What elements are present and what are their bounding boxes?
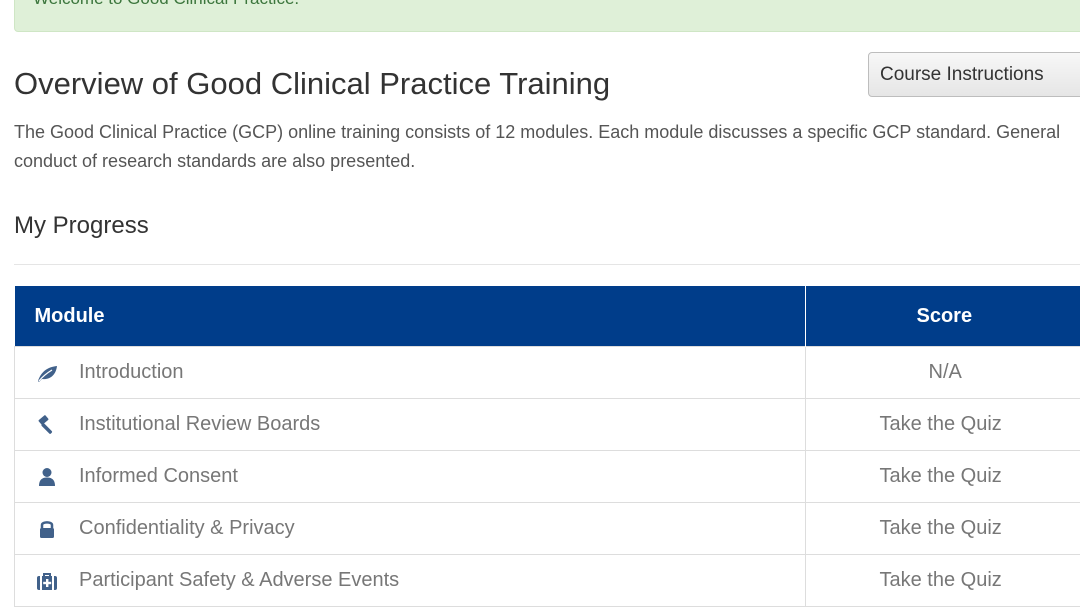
module-column-header: Module [14,286,806,347]
user-icon [39,467,55,486]
take-quiz-link[interactable]: Take the Quiz [880,517,1002,539]
my-progress-heading: My Progress [14,212,149,239]
module-cell: Introduction [14,346,806,399]
table-row: Introduction N/A [14,346,1080,399]
module-cell: Institutional Review Boards [14,398,806,451]
page-title: Overview of Good Clinical Practice Train… [14,66,611,101]
progress-table: Module Score Introduction N/A Institutio… [14,286,1080,607]
table-row: Confidentiality & Privacy Take the Quiz [14,502,1080,555]
welcome-alert: Welcome to Good Clinical Practice. [14,0,1080,32]
table-header-row: Module Score [14,286,1080,347]
module-link-participant-safety[interactable]: Participant Safety & Adverse Events [79,569,399,591]
take-quiz-link[interactable]: Take the Quiz [880,413,1002,435]
table-row: Participant Safety & Adverse Events Take… [14,554,1080,607]
page: Welcome to Good Clinical Practice. Cours… [0,0,1080,608]
welcome-alert-text: Welcome to Good Clinical Practice. [33,0,299,9]
module-link-introduction[interactable]: Introduction [79,361,184,383]
take-quiz-link[interactable]: Take the Quiz [880,465,1002,487]
module-cell: Participant Safety & Adverse Events [14,554,806,607]
module-cell: Confidentiality & Privacy [14,502,806,555]
module-link-institutional-review-boards[interactable]: Institutional Review Boards [79,413,320,435]
leaf-icon [38,365,57,382]
score-cell: N/A [804,346,1080,399]
module-cell: Informed Consent [14,450,806,503]
course-instructions-button[interactable]: Course Instructions [868,52,1080,97]
course-description: The Good Clinical Practice (GCP) online … [14,122,1061,171]
table-row: Institutional Review Boards Take the Qui… [14,398,1080,451]
score-cell: Take the Quiz [804,554,1080,607]
score-column-header: Score [805,286,1080,347]
score-cell: Take the Quiz [804,398,1080,451]
medkit-icon [37,572,57,590]
score-cell: Take the Quiz [804,502,1080,555]
module-link-confidentiality-privacy[interactable]: Confidentiality & Privacy [79,517,295,539]
section-divider [14,264,1080,265]
lock-icon [40,520,54,538]
gavel-icon [38,414,53,434]
module-link-informed-consent[interactable]: Informed Consent [79,465,238,487]
take-quiz-link[interactable]: Take the Quiz [880,569,1002,591]
score-cell: Take the Quiz [804,450,1080,503]
table-row: Informed Consent Take the Quiz [14,450,1080,503]
